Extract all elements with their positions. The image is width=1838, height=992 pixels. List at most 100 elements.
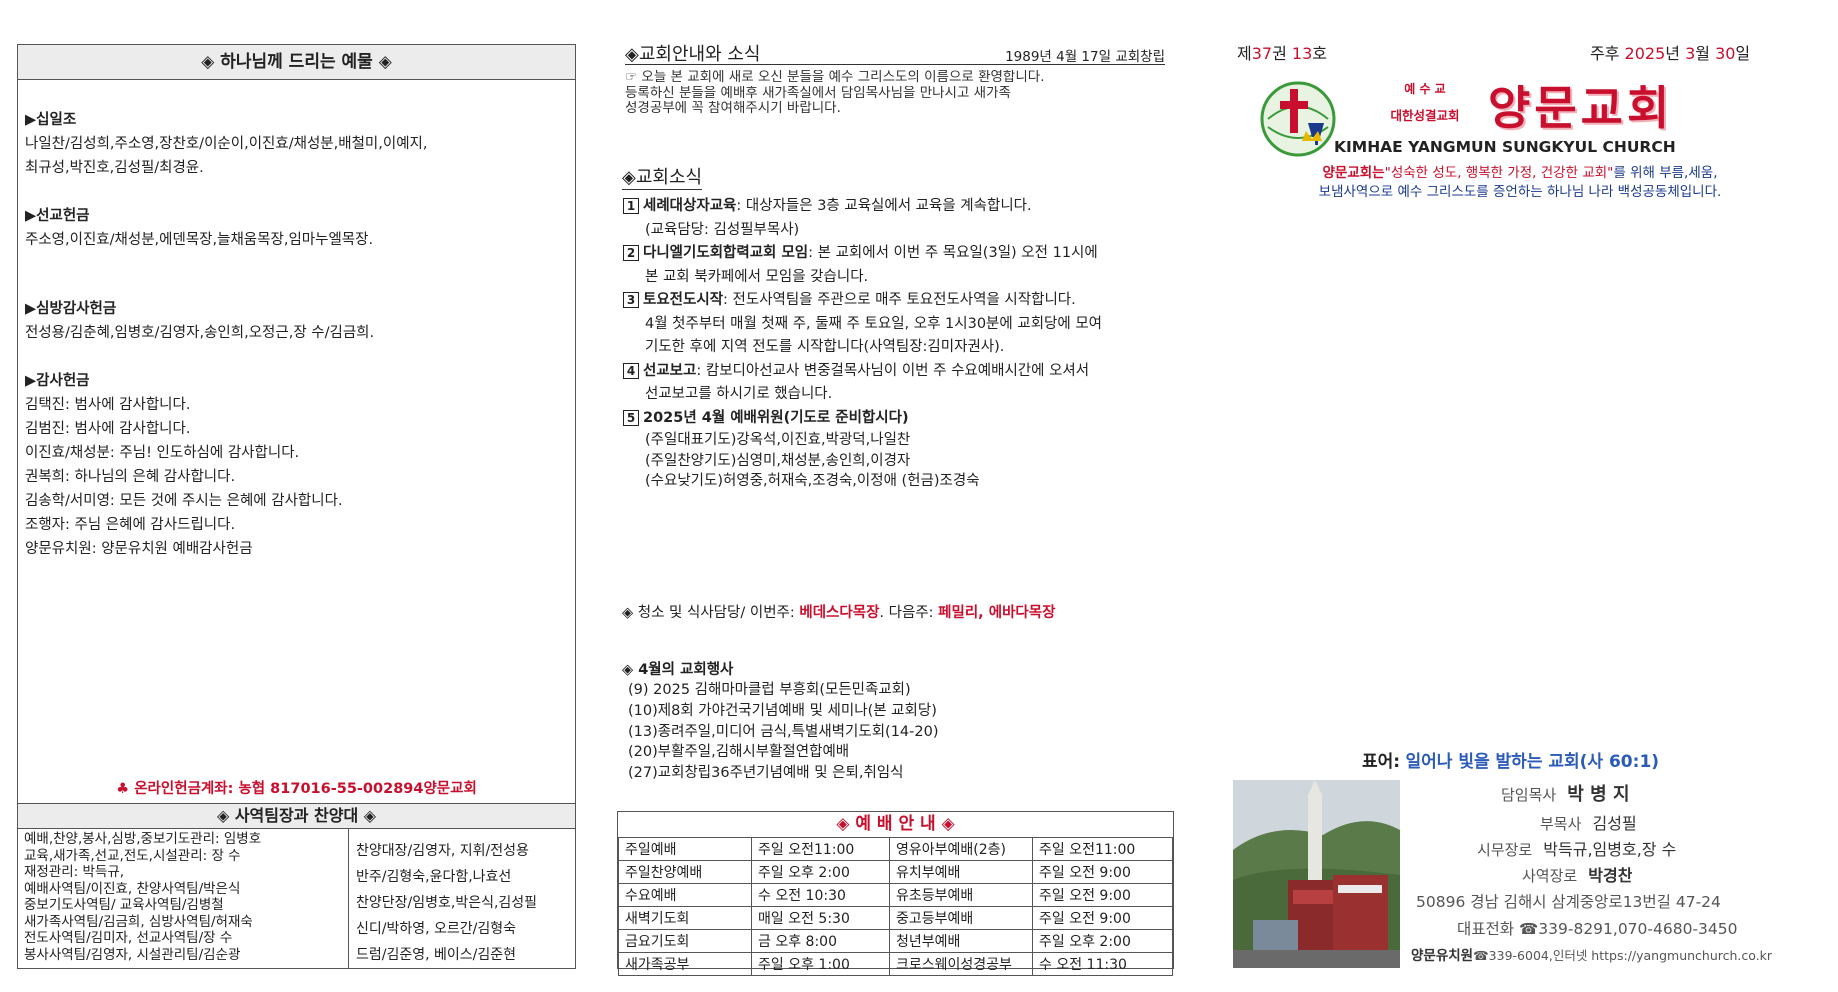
news-number: 3	[623, 292, 639, 308]
news-title: ◈교회안내와 소식	[625, 44, 761, 65]
offering-section: ▶십일조 나일찬/김성희,주소영,장찬호/이순이,이진효/채성분,배철미,이예지,…	[25, 108, 567, 180]
mission-line-2: 보냄사역으로 예수 그리스도를 증언하는 하나님 나라 백성공동체입니다.	[1318, 184, 1722, 200]
worship-service-time: 수 오전 10:30	[751, 883, 890, 907]
church-news-item: 5 2025년 4월 예배위원(기도로 준비합시다) (주일대표기도)강옥석,이진효…	[623, 407, 1173, 492]
cleaning-duty: ◈ 청소 및 식사담당/ 이번주: 베데스다목장. 다음주: 페밀리, 에바다목…	[622, 601, 1055, 622]
online-account: ♣ 온라인헌금계좌: 농협 817016-55-002894양문교회	[18, 777, 575, 798]
bulletin-date: 주후 2025년 3월 30일	[1590, 40, 1750, 64]
news-number: 1	[623, 198, 639, 214]
ministry-line: 봉사사역팀/김영자, 시설관리팀/김순광	[24, 946, 241, 963]
offering-section-heading: ▶선교헌금	[25, 208, 90, 224]
offering-line: 최규성,박진호,김성필/최경윤.	[25, 160, 204, 176]
church-news-item: 4 선교보고: 캄보디아선교사 변중걸목사님이 이번 주 수요예배시간에 오셔서 선…	[623, 360, 1173, 407]
mission-quote: "성숙한 성도, 행복한 가정, 건강한 교회"	[1384, 165, 1614, 181]
worship-service-time: 주일 오전 9:00	[1032, 860, 1173, 884]
welcome-line: ☞ 오늘 본 교회에 새로 오신 분들을 예수 그리스도의 이름으로 환영합니다…	[625, 70, 1045, 85]
worship-service-name: 크로스웨이성경공부	[889, 952, 1033, 976]
news-text: : 본 교회에서 이번 주 목요일(3일) 오전 11시에	[808, 245, 1098, 261]
worship-service-name: 유치부예배	[889, 860, 1033, 884]
worship-row: 새벽기도회 매일 오전 5:30 중고등부예배 주일 오전 9:00	[618, 906, 1173, 930]
welcome-text: ☞ 오늘 본 교회에 새로 오신 분들을 예수 그리스도의 이름으로 환영합니다…	[625, 70, 1170, 117]
mission-rest: 를 위해 부름,세움,	[1613, 165, 1718, 181]
ministry-line: 예배사역팀/이진효, 찬양사역팀/박은식	[24, 880, 241, 897]
choir-line: 드럼/김준영, 베이스/김준현	[356, 947, 517, 963]
offering-panel: ◈ 하나님께 드리는 예물 ◈ ▶십일조 나일찬/김성희,주소영,장찬호/이순이,…	[17, 44, 576, 805]
associate-label: 부목사	[1540, 815, 1582, 833]
news-number: 4	[623, 362, 639, 379]
date-year: 2025	[1624, 44, 1666, 63]
worship-service-name: 새벽기도회	[618, 906, 752, 930]
issue-post: 호	[1312, 44, 1327, 63]
mission-church-name: 양문교회는	[1322, 165, 1385, 181]
denomination-top: 예 수 교	[1404, 82, 1446, 96]
ministry-elder-name: 박경찬	[1588, 866, 1633, 885]
choir-line: 찬양단장/임병호,박은식,김성필	[356, 895, 538, 911]
worship-row: 금요기도회 금 오후 8:00 청년부예배 주일 오후 2:00	[618, 929, 1173, 953]
ministry-title: ◈ 사역팀장과 찬양대 ◈	[18, 804, 575, 829]
volume-issue: 제37권 13호	[1237, 40, 1327, 64]
church-news-item: 2 다니엘기도회합력교회 모임: 본 교회에서 이번 주 목요일(3일) 오전 1…	[623, 242, 1173, 289]
ministry-line: 교육,새가족,선교,전도,시설관리: 장 수	[24, 847, 241, 864]
ministry-line: 전도사역팀/김미자, 선교사역팀/장 수	[24, 930, 233, 946]
kindergarten-name: 양문유치원	[1411, 948, 1474, 964]
kindergarten-info: 양문유치원☎339-6004,인터넷 https://yangmunchurch…	[1411, 944, 1772, 964]
vol-number: 37	[1251, 44, 1273, 63]
church-news-title: ◈교회소식	[622, 163, 703, 190]
date-month: 3	[1685, 44, 1696, 63]
date-pre: 주후	[1590, 44, 1625, 63]
worship-service-time: 주일 오후 2:00	[1032, 929, 1173, 953]
elders-label: 시무장로	[1477, 841, 1533, 859]
senior-pastor-name: 박 병 지	[1567, 784, 1630, 805]
news-line: 5 2025년 4월 예배위원(기도로 준비합시다)	[623, 407, 1173, 431]
month-post: 월	[1695, 44, 1716, 63]
choir-line: 찬양대장/김영자, 지휘/전성용	[356, 843, 529, 859]
senior-pastor: 담임목사 박 병 지	[1501, 780, 1630, 806]
ministry-line: 예배,찬양,봉사,심방,중보기도관리: 임병호	[24, 831, 262, 847]
offering-line: 김택진: 범사에 감사합니다.	[25, 397, 191, 413]
denomination-bottom: 대한성결교회	[1390, 108, 1460, 123]
worship-service-time: 주일 오전 9:00	[1032, 906, 1173, 930]
elders-names: 박득규,임병호,장 수	[1543, 840, 1677, 859]
ministry-line: 새가족사역팀/김금희, 심방사역팀/허재숙	[24, 913, 253, 930]
worship-service-name: 중고등부예배	[889, 906, 1033, 930]
cleaning-next-week: 페밀리, 에바다목장	[938, 605, 1056, 621]
offering-line: 이진효/채성분: 주님! 인도하심에 감사합니다.	[25, 445, 300, 461]
english-name: KIMHAE YANGMUN SUNGKYUL CHURCH	[1334, 138, 1676, 156]
offering-line: 나일찬/김성희,주소영,장찬호/이순이,이진효/채성분,배철미,이예지,	[25, 136, 428, 152]
kindergarten-contact[interactable]: ☎339-6004,인터넷 https://yangmunchurch.co.k…	[1473, 948, 1772, 963]
news-number: 2	[623, 245, 639, 261]
news-text: : 대상자들은 3층 교육실에서 교육을 계속합니다.	[736, 198, 1032, 214]
choir-line: 신디/박하영, 오르간/김형숙	[356, 921, 517, 937]
worship-service-time: 주일 오전 9:00	[1032, 883, 1173, 907]
church-logo-icon	[1258, 79, 1338, 159]
cleaning-this-week: 베데스다목장	[799, 605, 880, 621]
date-day: 30	[1715, 44, 1736, 63]
worship-table: 주일예배 주일 오전11:00 영유아부예배(2층) 주일 오전11:00 주일찬양예배…	[618, 837, 1173, 976]
news-number: 5	[623, 409, 639, 426]
vol-mid: 권	[1272, 44, 1292, 63]
ministry-panel: ◈ 사역팀장과 찬양대 ◈ 예배,찬양,봉사,심방,중보기도관리: 임병호 교육,…	[17, 803, 576, 969]
senior-pastor-label: 담임목사	[1501, 786, 1557, 804]
event-item: (20)부활주일,김해시부활절연합예배	[628, 744, 850, 761]
ministry-elder-label: 사역장로	[1522, 867, 1578, 885]
news-heading: 다니엘기도회합력교회 모임	[643, 245, 809, 261]
founded-date: 1989년 4월 17일 교회창립	[1005, 49, 1165, 65]
news-heading: 토요전도시작	[643, 292, 724, 308]
church-news-item: 1 세례대상자교육: 대상자들은 3층 교육실에서 교육을 계속합니다. (교육담당…	[623, 195, 1173, 242]
worship-row: 새가족공부 주일 오후 1:00 크로스웨이성경공부 수 오전 11:30	[618, 952, 1173, 976]
ministry-left: 예배,찬양,봉사,심방,중보기도관리: 임병호 교육,새가족,선교,전도,시설관리…	[24, 831, 344, 963]
news-heading: 세례대상자교육	[643, 198, 737, 214]
ministry-divider	[348, 828, 349, 968]
worship-service-name: 주일예배	[618, 837, 752, 861]
denomination: 예 수 교 대한성결교회	[1370, 80, 1480, 124]
worship-service-time: 주일 오후 2:00	[751, 860, 890, 884]
elders: 시무장로 박득규,임병호,장 수	[1477, 836, 1676, 860]
news-line: (교육담당: 김성필부목사)	[645, 221, 800, 238]
news-line: (주일찬양기도)심영미,채성분,송인희,이경자	[645, 452, 911, 469]
news-line: 4월 첫주부터 매월 첫째 주, 둘째 주 토요일, 오후 1시30분에 교회당…	[645, 315, 1102, 332]
church-address: 50896 경남 김해시 삼계중앙로13번길 47-24	[1416, 893, 1721, 911]
worship-service-name: 유초등부예배	[889, 883, 1033, 907]
church-building-photo	[1233, 780, 1400, 968]
worship-service-name: 수요예배	[618, 883, 752, 907]
church-news-item: 3 토요전도시작: 전도사역팀을 주관으로 매주 토요전도사역을 시작합니다. 4월…	[623, 289, 1173, 360]
